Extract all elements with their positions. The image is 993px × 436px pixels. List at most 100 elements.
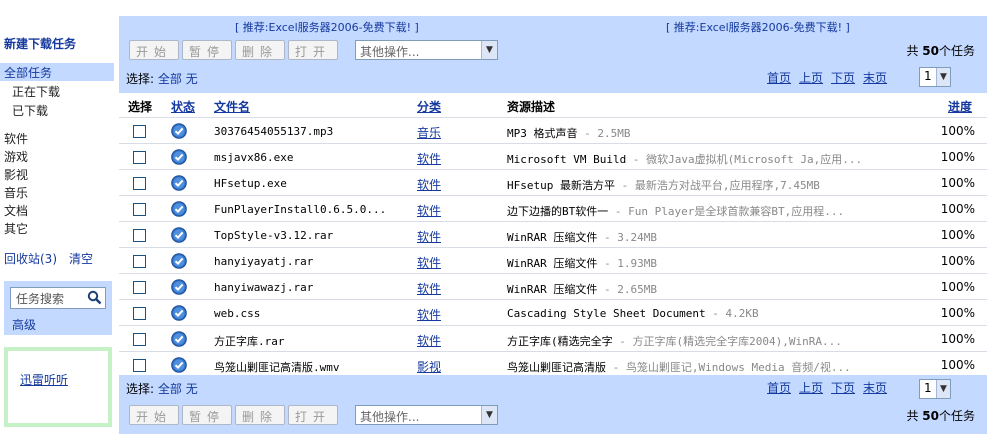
delete-button[interactable]: 删除 xyxy=(235,40,285,60)
row-filename[interactable]: 方正字库.rar xyxy=(214,333,285,349)
row-category-link[interactable]: 软件 xyxy=(417,228,441,245)
row-filename[interactable]: web.css xyxy=(214,307,260,320)
row-filename[interactable]: 鸟笼山剿匪记高清版.wmv xyxy=(214,359,340,375)
sidebar-item-other[interactable]: 其它 xyxy=(4,220,28,237)
completed-check-icon xyxy=(171,305,187,321)
col-select-header: 选择 xyxy=(128,100,153,114)
sidebar-item-games[interactable]: 游戏 xyxy=(4,148,28,165)
prev-page-link[interactable]: 上页 xyxy=(799,381,823,395)
pause-button[interactable]: 暂停 xyxy=(182,405,232,425)
select-none-link[interactable]: 无 xyxy=(186,382,198,396)
last-page-link[interactable]: 末页 xyxy=(863,71,887,85)
row-checkbox[interactable] xyxy=(133,125,146,138)
row-filename[interactable]: HFsetup.exe xyxy=(214,177,287,190)
search-icon[interactable] xyxy=(87,290,102,305)
row-category-link[interactable]: 软件 xyxy=(417,280,441,297)
row-category-link[interactable]: 影视 xyxy=(417,358,441,375)
table-row[interactable]: HFsetup.exe 软件 HFsetup 最新浩方平 - 最新浩方对战平台,应用… xyxy=(119,169,987,195)
page-select[interactable]: 1 ▼ xyxy=(919,67,951,87)
row-description: 边下边播的BT软件一 - Fun Player是全球首款兼容BT,应用程... xyxy=(507,203,844,219)
sidebar-item-downloaded[interactable]: 已下载 xyxy=(12,102,48,119)
first-page-link[interactable]: 首页 xyxy=(767,381,791,395)
open-button[interactable]: 打开 xyxy=(288,40,338,60)
select-label: 选择: xyxy=(126,382,155,396)
pager-bottom: 首页 上页 下页 末页 xyxy=(767,379,895,396)
table-row[interactable]: 鸟笼山剿匪记高清版.wmv 影视 鸟笼山剿匪记高清版 - 鸟笼山剿匪记,Window… xyxy=(119,351,987,377)
first-page-link[interactable]: 首页 xyxy=(767,71,791,85)
table-row[interactable]: web.css 软件 Cascading Style Sheet Document … xyxy=(119,299,987,325)
promo-link-right[interactable]: [ 推荐:Excel服务器2006-免费下载! ] xyxy=(666,19,850,35)
col-progress-header[interactable]: 进度 xyxy=(948,98,972,115)
table-row[interactable]: TopStyle-v3.12.rar 软件 WinRAR 压缩文件 - 3.24MB… xyxy=(119,221,987,247)
start-button[interactable]: 开始 xyxy=(129,40,179,60)
col-filename-header[interactable]: 文件名 xyxy=(214,98,250,115)
row-checkbox[interactable] xyxy=(133,307,146,320)
row-category-link[interactable]: 音乐 xyxy=(417,124,441,141)
row-filename[interactable]: msjavx86.exe xyxy=(214,151,293,164)
chevron-down-icon[interactable]: ▼ xyxy=(481,406,497,424)
row-filename[interactable]: hanyiwawazj.rar xyxy=(214,281,313,294)
row-filename[interactable]: 30376454055137.mp3 xyxy=(214,125,333,138)
chevron-down-icon[interactable]: ▼ xyxy=(481,41,497,59)
xunlei-tingting-link[interactable]: 迅雷听听 xyxy=(20,373,68,387)
prev-page-link[interactable]: 上页 xyxy=(799,71,823,85)
other-ops-dropdown[interactable]: 其他操作... ▼ xyxy=(355,405,498,425)
recycle-bin-link[interactable]: 回收站(3) xyxy=(4,250,57,267)
sidebar-item-downloading[interactable]: 正在下载 xyxy=(12,83,60,100)
row-checkbox[interactable] xyxy=(133,333,146,346)
row-category-link[interactable]: 软件 xyxy=(417,254,441,271)
task-panel: [ 推荐:Excel服务器2006-免费下载! ] [ 推荐:Excel服务器2… xyxy=(119,16,987,434)
new-download-task-link[interactable]: 新建下载任务 xyxy=(4,35,76,52)
table-row[interactable]: 30376454055137.mp3 音乐 MP3 格式声音 - 2.5MB 100% xyxy=(119,117,987,143)
sidebar-item-video[interactable]: 影视 xyxy=(4,166,28,183)
sidebar-item-software[interactable]: 软件 xyxy=(4,130,28,147)
row-checkbox[interactable] xyxy=(133,151,146,164)
page-select[interactable]: 1 ▼ xyxy=(919,379,951,399)
sidebar-item-documents[interactable]: 文档 xyxy=(4,202,28,219)
next-page-link[interactable]: 下页 xyxy=(831,71,855,85)
row-description-extra: - 方正字库(精选完全字库2004),WinRA... xyxy=(612,335,842,348)
sidebar-item-all-tasks[interactable]: 全部任务 xyxy=(0,63,114,81)
select-all-link[interactable]: 全部 xyxy=(158,72,182,86)
row-checkbox[interactable] xyxy=(133,177,146,190)
table-row[interactable]: FunPlayerInstall0.6.5.0... 软件 边下边播的BT软件一 -… xyxy=(119,195,987,221)
row-category-link[interactable]: 软件 xyxy=(417,176,441,193)
table-row[interactable]: msjavx86.exe 软件 Microsoft VM Build - 微软Jav… xyxy=(119,143,987,169)
row-checkbox[interactable] xyxy=(133,203,146,216)
other-ops-dropdown[interactable]: 其他操作... ▼ xyxy=(355,40,498,60)
row-category-link[interactable]: 软件 xyxy=(417,202,441,219)
select-none-link[interactable]: 无 xyxy=(186,72,198,86)
table-row[interactable]: hanyiwawazj.rar 软件 WinRAR 压缩文件 - 2.65MB 100… xyxy=(119,273,987,299)
row-checkbox[interactable] xyxy=(133,229,146,242)
clear-recycle-link[interactable]: 清空 xyxy=(69,250,93,267)
row-filename[interactable]: FunPlayerInstall0.6.5.0... xyxy=(214,203,386,216)
col-status-header[interactable]: 状态 xyxy=(171,98,195,115)
delete-button[interactable]: 删除 xyxy=(235,405,285,425)
promo-link-left[interactable]: [ 推荐:Excel服务器2006-免费下载! ] xyxy=(235,19,419,35)
last-page-link[interactable]: 末页 xyxy=(863,381,887,395)
row-description-title: WinRAR 压缩文件 xyxy=(507,231,598,244)
table-row[interactable]: hanyiyayatj.rar 软件 WinRAR 压缩文件 - 1.93MB 100… xyxy=(119,247,987,273)
row-category-link[interactable]: 软件 xyxy=(417,306,441,323)
table-row[interactable]: 方正字库.rar 软件 方正字库(精选完全字 - 方正字库(精选完全字库2004),… xyxy=(119,325,987,351)
row-checkbox[interactable] xyxy=(133,281,146,294)
advanced-search-link[interactable]: 高级 xyxy=(12,316,36,333)
start-button[interactable]: 开始 xyxy=(129,405,179,425)
row-category-link[interactable]: 软件 xyxy=(417,150,441,167)
sidebar-item-music[interactable]: 音乐 xyxy=(4,184,28,201)
col-category-header[interactable]: 分类 xyxy=(417,98,441,115)
chevron-down-icon[interactable]: ▼ xyxy=(936,380,950,398)
row-checkbox[interactable] xyxy=(133,255,146,268)
search-placeholder: 任务搜索 xyxy=(16,292,65,306)
total-suffix: 个任务 xyxy=(938,44,975,58)
row-category-link[interactable]: 软件 xyxy=(417,332,441,349)
open-button[interactable]: 打开 xyxy=(288,405,338,425)
next-page-link[interactable]: 下页 xyxy=(831,381,855,395)
row-filename[interactable]: TopStyle-v3.12.rar xyxy=(214,229,333,242)
chevron-down-icon[interactable]: ▼ xyxy=(936,68,950,86)
pause-button[interactable]: 暂停 xyxy=(182,40,232,60)
task-search-input[interactable]: 任务搜索 xyxy=(10,287,106,309)
row-checkbox[interactable] xyxy=(133,359,146,372)
row-filename[interactable]: hanyiyayatj.rar xyxy=(214,255,313,268)
select-all-link[interactable]: 全部 xyxy=(158,382,182,396)
